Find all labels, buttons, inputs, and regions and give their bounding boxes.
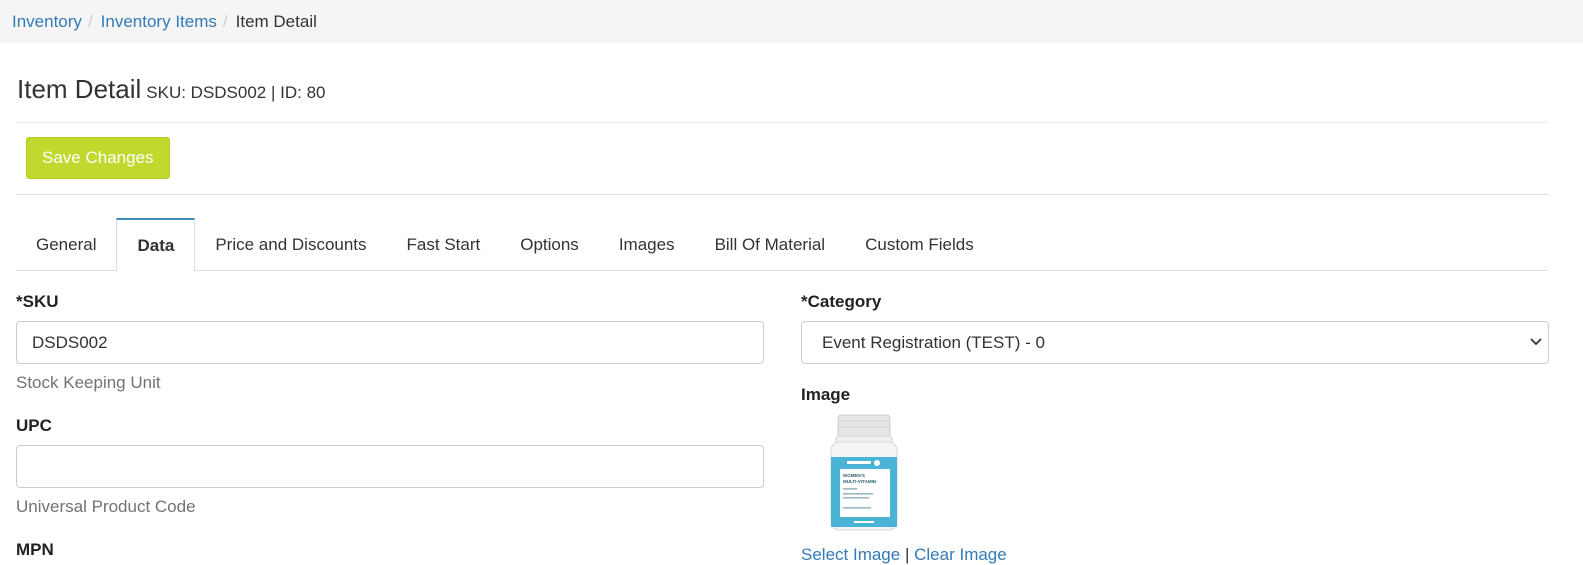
tab-custom-fields[interactable]: Custom Fields xyxy=(845,218,994,271)
tab-bill-of-material[interactable]: Bill Of Material xyxy=(695,218,846,271)
breadcrumb: Inventory / Inventory Items / Item Detai… xyxy=(0,0,1583,43)
main-content: Item Detail SKU: DSDS002 | ID: 80 Save C… xyxy=(16,43,1549,564)
category-selected-value: Event Registration (TEST) - 0 xyxy=(822,333,1045,352)
breadcrumb-link-inventory-items[interactable]: Inventory Items xyxy=(101,12,217,32)
tab-general[interactable]: General xyxy=(16,218,116,271)
upc-label: UPC xyxy=(16,416,52,435)
sku-help-text: Stock Keeping Unit xyxy=(16,373,161,392)
bottle-label-line-1: WOMEN'S xyxy=(843,473,865,478)
breadcrumb-link-inventory[interactable]: Inventory xyxy=(12,12,82,32)
mpn-label: MPN xyxy=(16,540,54,559)
bottle-label-line-2: MULTI-VITAMIN xyxy=(843,479,876,484)
breadcrumb-current: Item Detail xyxy=(235,11,317,31)
tab-data[interactable]: Data xyxy=(116,218,196,272)
page-title: Item Detail xyxy=(17,74,142,104)
image-label: Image xyxy=(801,385,851,404)
select-image-link[interactable]: Select Image xyxy=(801,545,900,564)
form-left-column: *SKU Stock Keeping Unit UPC Universal Pr… xyxy=(16,292,764,562)
breadcrumb-separator: / xyxy=(87,11,93,31)
product-image: WOMEN'S MULTI-VITAMIN xyxy=(802,411,926,535)
toolbar: Save Changes xyxy=(16,123,1548,195)
tab-bar: General Data Price and Discounts Fast St… xyxy=(16,218,1548,272)
tab-images[interactable]: Images xyxy=(599,218,695,271)
category-select[interactable]: Event Registration (TEST) - 0 xyxy=(801,321,1549,364)
category-label: *Category xyxy=(801,292,882,311)
image-actions-separator: | xyxy=(904,545,910,564)
tab-options[interactable]: Options xyxy=(500,218,599,271)
clear-image-link[interactable]: Clear Image xyxy=(914,545,1007,564)
save-changes-button[interactable]: Save Changes xyxy=(26,137,170,179)
image-actions: Select Image | Clear Image xyxy=(801,545,1549,565)
tab-price-and-discounts[interactable]: Price and Discounts xyxy=(195,218,386,271)
sku-label: *SKU xyxy=(16,292,59,311)
page-subtitle: SKU: DSDS002 | ID: 80 xyxy=(146,82,326,102)
form-right-column: *Category Event Registration (TEST) - 0 … xyxy=(801,292,1549,565)
breadcrumb-separator: / xyxy=(222,11,228,31)
chevron-down-icon xyxy=(1530,338,1542,346)
sku-input[interactable] xyxy=(16,321,764,364)
page-header: Item Detail SKU: DSDS002 | ID: 80 xyxy=(16,43,1548,123)
tab-fast-start[interactable]: Fast Start xyxy=(387,218,501,271)
upc-help-text: Universal Product Code xyxy=(16,497,196,516)
upc-input[interactable] xyxy=(16,445,764,488)
